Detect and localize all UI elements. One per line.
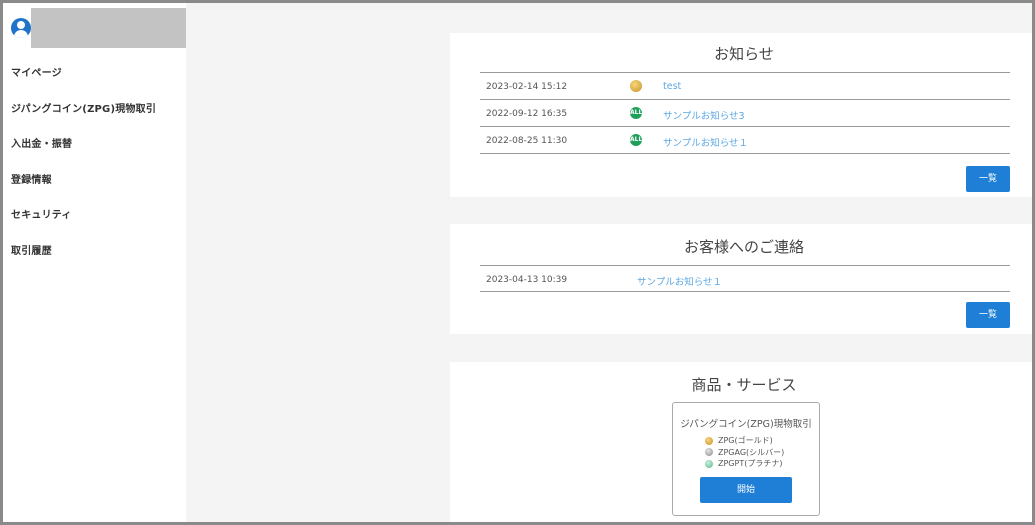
coin-item: ZPG(ゴールド) bbox=[705, 435, 784, 447]
app-window: マイページ ジパングコイン(ZPG)現物取引 入出金・振替 登録情報 セキュリテ… bbox=[0, 0, 1035, 525]
sidebar-item-registration-info[interactable]: 登録情報 bbox=[11, 170, 186, 206]
notice-link[interactable]: サンプルお知らせ１ bbox=[663, 135, 748, 149]
notices-list-button[interactable]: 一覧 bbox=[966, 166, 1010, 192]
products-card: 商品・サービス ジパングコイン(ZPG)現物取引 ZPG(ゴールド) ZPGAG… bbox=[450, 362, 1032, 522]
sidebar-nav: マイページ ジパングコイン(ZPG)現物取引 入出金・振替 登録情報 セキュリテ… bbox=[11, 63, 186, 276]
notice-row: 2023-02-14 15:12 test bbox=[480, 73, 1010, 100]
message-link[interactable]: サンプルお知らせ１ bbox=[637, 274, 722, 288]
product-name: ジパングコイン(ZPG)現物取引 bbox=[680, 419, 812, 430]
notices-card: お知らせ 2023-02-14 15:12 test 2022-09-12 16… bbox=[450, 33, 1032, 197]
sidebar-item-trade-history[interactable]: 取引履歴 bbox=[11, 241, 186, 277]
silver-coin-icon bbox=[705, 448, 713, 456]
message-row: 2023-04-13 10:39 サンプルお知らせ１ bbox=[480, 266, 1010, 292]
coin-label: ZPGAG(シルバー) bbox=[718, 447, 785, 457]
products-title: 商品・サービス bbox=[691, 376, 797, 394]
all-badge-icon: ALL bbox=[630, 134, 642, 146]
notices-list: 2023-02-14 15:12 test 2022-09-12 16:35 A… bbox=[480, 72, 1010, 154]
coin-list: ZPG(ゴールド) ZPGAG(シルバー) ZPGPT(プラチナ) bbox=[705, 435, 784, 470]
user-avatar-icon[interactable] bbox=[11, 18, 31, 38]
sidebar-item-security[interactable]: セキュリティ bbox=[11, 205, 186, 241]
coin-label: ZPGPT(プラチナ) bbox=[718, 459, 783, 468]
message-date: 2023-04-13 10:39 bbox=[486, 275, 568, 285]
messages-list-button[interactable]: 一覧 bbox=[966, 302, 1010, 328]
notice-date: 2022-08-25 11:30 bbox=[486, 136, 568, 146]
coin-item: ZPGPT(プラチナ) bbox=[705, 458, 784, 470]
notice-date: 2022-09-12 16:35 bbox=[486, 109, 568, 119]
platinum-coin-icon bbox=[705, 459, 713, 468]
sidebar: マイページ ジパングコイン(ZPG)現物取引 入出金・振替 登録情報 セキュリテ… bbox=[3, 3, 186, 522]
user-name-redacted bbox=[31, 8, 186, 48]
messages-card: お客様へのご連絡 2023-04-13 10:39 サンプルお知らせ１ 一覧 bbox=[450, 224, 1032, 334]
gold-coin-icon bbox=[705, 436, 713, 445]
product-card-zpg: ジパングコイン(ZPG)現物取引 ZPG(ゴールド) ZPGAG(シルバー) Z… bbox=[672, 402, 820, 516]
sidebar-item-mypage[interactable]: マイページ bbox=[11, 63, 186, 99]
zpg-gold-coin-icon bbox=[630, 80, 642, 92]
messages-title: お客様へのご連絡 bbox=[683, 238, 804, 256]
coin-label: ZPG(ゴールド) bbox=[718, 436, 773, 445]
messages-list: 2023-04-13 10:39 サンプルお知らせ１ bbox=[480, 265, 1010, 292]
start-button[interactable]: 開始 bbox=[700, 477, 792, 503]
notice-link[interactable]: test bbox=[663, 81, 681, 92]
sidebar-item-zpg-spot-trading[interactable]: ジパングコイン(ZPG)現物取引 bbox=[11, 99, 186, 135]
notice-row: 2022-08-25 11:30 ALL サンプルお知らせ１ bbox=[480, 127, 1010, 154]
notice-date: 2023-02-14 15:12 bbox=[486, 82, 568, 92]
user-block bbox=[11, 8, 186, 48]
coin-item: ZPGAG(シルバー) bbox=[705, 447, 784, 459]
notice-row: 2022-09-12 16:35 ALL サンプルお知らせ3 bbox=[480, 100, 1010, 127]
notice-link[interactable]: サンプルお知らせ3 bbox=[663, 108, 745, 122]
sidebar-item-deposit-withdrawal[interactable]: 入出金・振替 bbox=[11, 134, 186, 170]
notices-title: お知らせ bbox=[714, 45, 774, 63]
all-badge-icon: ALL bbox=[630, 107, 642, 119]
